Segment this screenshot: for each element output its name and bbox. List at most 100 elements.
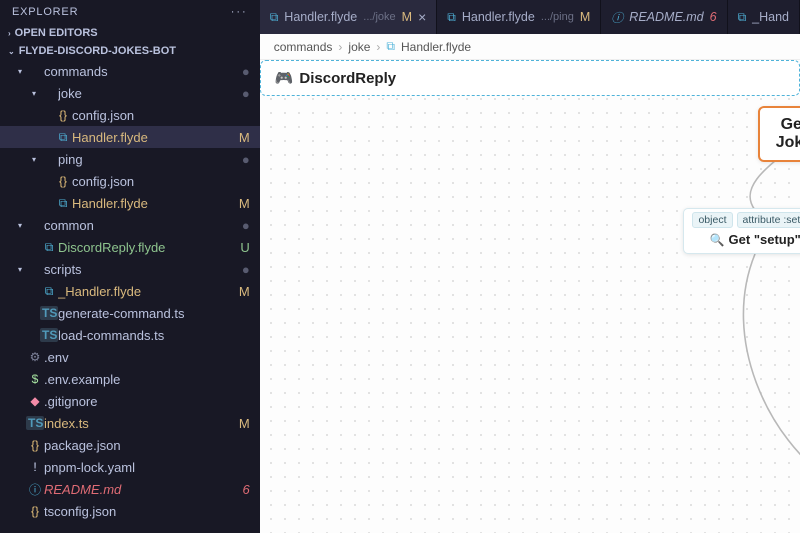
file-icon: {} [54,174,72,188]
file-label: joke [58,86,242,101]
tree-row[interactable]: ▾common● [0,214,260,236]
tree-row[interactable]: ⧉_Handler.flydeM [0,280,260,302]
connection-wires [260,60,800,533]
file-label: scripts [44,262,242,277]
flow-canvas[interactable]: Get Joke object attribute :setup 🔍 Get "s… [260,60,800,533]
git-status-badge: M [239,284,250,299]
tree-row[interactable]: ◆.gitignore [0,390,260,412]
node-discord-reply[interactable]: 🎮 DiscordReply [260,60,800,96]
tree-row[interactable]: TSindex.tsM [0,412,260,434]
file-icon: {} [54,108,72,122]
search-icon: 🔍 [710,233,725,247]
tree-row[interactable]: $.env.example [0,368,260,390]
open-editors-section[interactable]: › OPEN EDITORS [0,24,260,42]
file-icon: ⧉ [270,10,279,25]
tree-row[interactable]: !pnpm-lock.yaml [0,456,260,478]
editor-tab[interactable]: ⧉ Handler.flyde .../joke M × [260,0,438,34]
file-label: common [44,218,242,233]
close-icon[interactable]: × [418,9,426,25]
git-status-badge: M [239,196,250,211]
file-label: .gitignore [44,394,250,409]
tree-row[interactable]: ⧉Handler.flydeM [0,192,260,214]
tab-status: M [402,10,412,24]
pin-object[interactable]: object [692,212,732,228]
tree-row[interactable]: ⧉Handler.flydeM [0,126,260,148]
tree-row[interactable]: ▾ ping● [0,148,260,170]
explorer-header: EXPLORER ··· [0,0,260,24]
tree-row[interactable]: TSload-commands.ts [0,324,260,346]
tree-row[interactable]: ▾commands● [0,60,260,82]
breadcrumb-seg: commands [274,40,333,54]
tab-label: Handler.flyde [284,10,357,24]
explorer-more-icon[interactable]: ··· [231,6,248,18]
file-icon: TS [40,306,58,320]
explorer-title: EXPLORER [12,6,78,18]
file-icon: ◆ [26,394,44,408]
editor-tab[interactable]: ⧉Handler.flyde.../pingM [437,0,601,34]
file-icon: ⧉ [54,130,72,145]
editor-main: ⧉Handler.flyde.../jokeM×⧉Handler.flyde..… [260,0,800,533]
tree-row[interactable]: {}tsconfig.json [0,500,260,522]
file-label: README.md [44,482,242,497]
breadcrumb-seg: joke [348,40,370,54]
file-label: ping [58,152,242,167]
file-icon: {} [26,504,44,518]
tab-bar: ⧉Handler.flyde.../jokeM×⧉Handler.flyde..… [260,0,800,34]
file-label: tsconfig.json [44,504,250,519]
breadcrumb[interactable]: commands › joke › ⧉ Handler.flyde [260,34,800,60]
file-label: package.json [44,438,250,453]
editor-tab[interactable]: ⓘREADME.md6 [601,0,727,34]
tab-path: .../joke [363,11,395,23]
file-icon: ⧉ [447,10,456,25]
file-tree: ▾commands●▾joke●{}config.json⧉Handler.fl… [0,60,260,533]
chevron-icon: ▾ [28,155,40,164]
pin-attribute[interactable]: attribute :setup [737,212,800,228]
tab-label: _Hand [752,10,789,24]
file-label: index.ts [44,416,239,431]
file-label: generate-command.ts [58,306,250,321]
file-label: config.json [72,108,250,123]
project-section[interactable]: ⌄ FLYDE-DISCORD-JOKES-BOT [0,42,260,60]
tab-status: 6 [710,10,717,24]
file-icon: ⧉ [738,10,747,25]
git-status-badge: U [240,240,249,255]
node-label: Get "setup" [729,232,800,247]
tree-row[interactable]: ⚙.env [0,346,260,368]
git-status-badge: ● [242,152,250,167]
file-label: Handler.flyde [72,196,239,211]
open-editors-label: OPEN EDITORS [15,27,98,39]
git-status-badge: 6 [242,482,249,497]
node-get-joke[interactable]: Get Joke [758,106,800,162]
tab-label: Handler.flyde [462,10,535,24]
discord-icon: 🎮 [275,69,294,87]
tree-row[interactable]: {}config.json [0,170,260,192]
file-icon: $ [26,372,44,386]
git-status-badge: ● [242,86,250,101]
chevron-right-icon: › [8,29,11,38]
tree-row[interactable]: ⧉DiscordReply.flydeU [0,236,260,258]
file-label: _Handler.flyde [58,284,239,299]
editor-tab[interactable]: ⧉ _Hand [728,0,800,34]
breadcrumb-seg: Handler.flyde [401,40,471,54]
node-label: Get Joke [776,116,800,151]
git-status-badge: M [239,130,250,145]
tree-row[interactable]: TSgenerate-command.ts [0,302,260,324]
explorer-sidebar: EXPLORER ··· › OPEN EDITORS ⌄ FLYDE-DISC… [0,0,260,533]
pin-row: object attribute :setup [684,209,800,228]
chevron-right-icon: › [338,40,342,54]
tab-status: M [580,10,590,24]
file-label: .env [44,350,250,365]
git-status-badge: M [239,416,250,431]
tree-row[interactable]: ▾scripts● [0,258,260,280]
tree-row[interactable]: ▾joke● [0,82,260,104]
git-status-badge: ● [242,218,250,233]
file-label: load-commands.ts [58,328,250,343]
tree-row[interactable]: {}config.json [0,104,260,126]
node-get-setup[interactable]: object attribute :setup 🔍 Get "setup" [683,208,800,254]
file-icon: {} [26,438,44,452]
tree-row[interactable]: {}package.json [0,434,260,456]
tree-row[interactable]: ⓘREADME.md6 [0,478,260,500]
git-status-badge: ● [242,262,250,277]
file-label: pnpm-lock.yaml [44,460,250,475]
tab-label: README.md [629,10,703,24]
